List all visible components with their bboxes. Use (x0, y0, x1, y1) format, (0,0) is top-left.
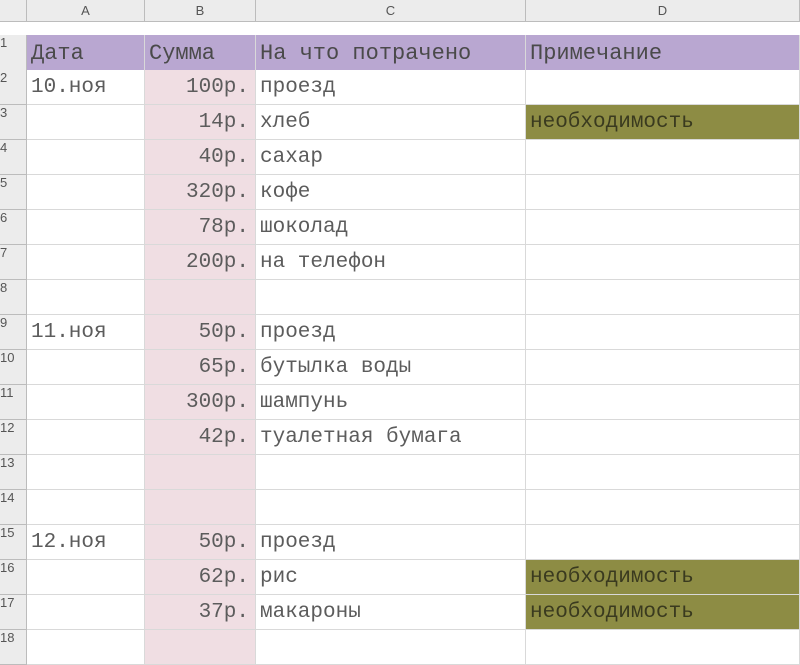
cell-B6[interactable]: 78р. (145, 210, 256, 245)
cell-A11[interactable] (27, 385, 145, 420)
cell-A7[interactable] (27, 245, 145, 280)
cell-A8[interactable] (27, 280, 145, 315)
row-header-16[interactable]: 16 (0, 560, 27, 595)
cell-D10[interactable] (526, 350, 800, 385)
select-all-corner[interactable] (0, 0, 27, 22)
cell-A3[interactable] (27, 105, 145, 140)
cell-D14[interactable] (526, 490, 800, 525)
cell-D6[interactable] (526, 210, 800, 245)
col-header-D[interactable]: D (526, 0, 800, 22)
row-header-17[interactable]: 17 (0, 595, 27, 630)
cell-C18[interactable] (256, 630, 526, 665)
row-header-7[interactable]: 7 (0, 245, 27, 280)
cell-C9[interactable]: проезд (256, 315, 526, 350)
cell-D13[interactable] (526, 455, 800, 490)
row-header-11[interactable]: 11 (0, 385, 27, 420)
cell-A10[interactable] (27, 350, 145, 385)
cell-B16[interactable]: 62р. (145, 560, 256, 595)
cell-D17[interactable]: необходимость (526, 595, 800, 630)
header-cell-spent-on[interactable]: На что потрачено (256, 35, 526, 73)
cell-C10[interactable]: бутылка воды (256, 350, 526, 385)
cell-A9[interactable]: 11.ноя (27, 315, 145, 350)
cell-B11[interactable]: 300р. (145, 385, 256, 420)
cell-A14[interactable] (27, 490, 145, 525)
cell-C5[interactable]: кофе (256, 175, 526, 210)
row-header-8[interactable]: 8 (0, 280, 27, 315)
spreadsheet-grid[interactable]: A B C D 1 Дата Сумма На что потрачено Пр… (0, 0, 800, 665)
cell-B2[interactable]: 100р. (145, 70, 256, 105)
row-header-13[interactable]: 13 (0, 455, 27, 490)
cell-B18[interactable] (145, 630, 256, 665)
cell-C16[interactable]: рис (256, 560, 526, 595)
cell-D15[interactable] (526, 525, 800, 560)
cell-D18[interactable] (526, 630, 800, 665)
cell-B8[interactable] (145, 280, 256, 315)
cell-D7[interactable] (526, 245, 800, 280)
cell-C4[interactable]: сахар (256, 140, 526, 175)
cell-A17[interactable] (27, 595, 145, 630)
row-header-9[interactable]: 9 (0, 315, 27, 350)
row-header-15[interactable]: 15 (0, 525, 27, 560)
row-header-6[interactable]: 6 (0, 210, 27, 245)
cell-C7[interactable]: на телефон (256, 245, 526, 280)
cell-C17[interactable]: макароны (256, 595, 526, 630)
cell-C15[interactable]: проезд (256, 525, 526, 560)
cell-C12[interactable]: туалетная бумага (256, 420, 526, 455)
cell-B7[interactable]: 200р. (145, 245, 256, 280)
cell-B14[interactable] (145, 490, 256, 525)
row-header-10[interactable]: 10 (0, 350, 27, 385)
cell-A12[interactable] (27, 420, 145, 455)
row-header-1[interactable]: 1 (0, 35, 27, 73)
cell-D3[interactable]: необходимость (526, 105, 800, 140)
row-header-4[interactable]: 4 (0, 140, 27, 175)
cell-B17[interactable]: 37р. (145, 595, 256, 630)
cell-C8[interactable] (256, 280, 526, 315)
cell-D12[interactable] (526, 420, 800, 455)
cell-A6[interactable] (27, 210, 145, 245)
col-header-A[interactable]: A (27, 0, 145, 22)
cell-D5[interactable] (526, 175, 800, 210)
row-header-12[interactable]: 12 (0, 420, 27, 455)
cell-C14[interactable] (256, 490, 526, 525)
cell-A18[interactable] (27, 630, 145, 665)
cell-A5[interactable] (27, 175, 145, 210)
row-header-5[interactable]: 5 (0, 175, 27, 210)
cell-B15[interactable]: 50р. (145, 525, 256, 560)
cell-B12[interactable]: 42р. (145, 420, 256, 455)
cell-D11[interactable] (526, 385, 800, 420)
cell-B13[interactable] (145, 455, 256, 490)
cell-C6[interactable]: шоколад (256, 210, 526, 245)
cell-A4[interactable] (27, 140, 145, 175)
cell-C2[interactable]: проезд (256, 70, 526, 105)
cell-B4[interactable]: 40р. (145, 140, 256, 175)
header-cell-amount[interactable]: Сумма (145, 35, 256, 73)
cell-C11[interactable]: шампунь (256, 385, 526, 420)
row-header-18[interactable]: 18 (0, 630, 27, 665)
cell-D8[interactable] (526, 280, 800, 315)
header-cell-note[interactable]: Примечание (526, 35, 800, 73)
cell-B5[interactable]: 320р. (145, 175, 256, 210)
cell-D2[interactable] (526, 70, 800, 105)
col-header-C[interactable]: C (256, 0, 526, 22)
row-header-3[interactable]: 3 (0, 105, 27, 140)
cell-B3[interactable]: 14р. (145, 105, 256, 140)
row-header-14[interactable]: 14 (0, 490, 27, 525)
cell-D16[interactable]: необходимость (526, 560, 800, 595)
cell-C3[interactable]: хлеб (256, 105, 526, 140)
cell-A15[interactable]: 12.ноя (27, 525, 145, 560)
cell-D9[interactable] (526, 315, 800, 350)
cell-A16[interactable] (27, 560, 145, 595)
header-cell-date[interactable]: Дата (27, 35, 145, 73)
cell-C13[interactable] (256, 455, 526, 490)
row-header-2[interactable]: 2 (0, 70, 27, 105)
col-header-B[interactable]: B (145, 0, 256, 22)
cell-A13[interactable] (27, 455, 145, 490)
cell-D4[interactable] (526, 140, 800, 175)
cell-B10[interactable]: 65р. (145, 350, 256, 385)
cell-B9[interactable]: 50р. (145, 315, 256, 350)
cell-A2[interactable]: 10.ноя (27, 70, 145, 105)
